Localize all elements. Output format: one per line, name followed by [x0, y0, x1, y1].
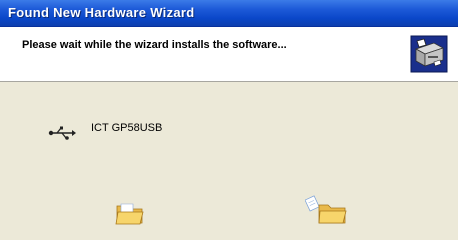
hardware-install-icon: [410, 35, 448, 73]
wizard-content: ICT GP58USB: [0, 82, 458, 240]
device-name: ICT GP58USB: [91, 122, 163, 134]
wizard-header: Please wait while the wizard installs th…: [0, 27, 458, 82]
wizard-status-message: Please wait while the wizard installs th…: [22, 39, 287, 51]
window-title: Found New Hardware Wizard: [8, 5, 195, 20]
title-bar[interactable]: Found New Hardware Wizard: [0, 0, 458, 27]
usb-icon: [48, 126, 76, 140]
folder-with-paper-icon: [305, 195, 347, 224]
open-folder-icon: [115, 203, 144, 225]
